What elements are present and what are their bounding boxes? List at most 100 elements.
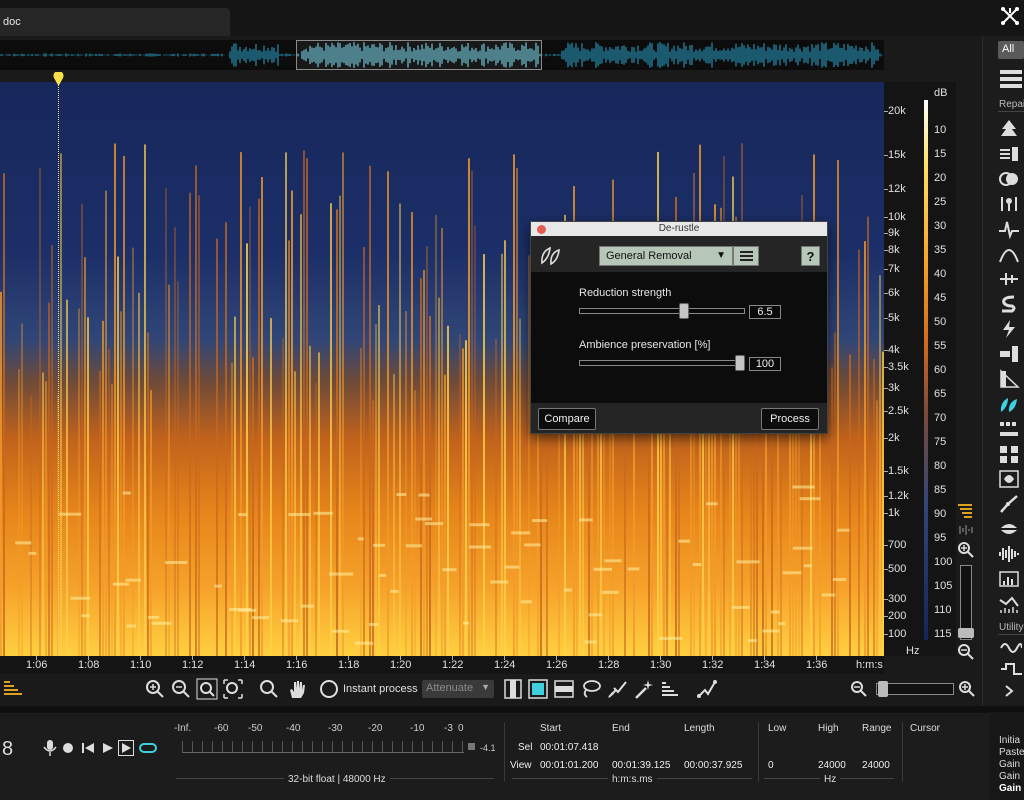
de-clip-icon[interactable] (998, 169, 1022, 191)
dialog-close-icon[interactable] (537, 225, 546, 234)
de-bleed-icon[interactable] (998, 319, 1022, 341)
spectrogram-mode-icon[interactable] (958, 504, 974, 518)
sel-start-value[interactable]: 00:01:07.418 (540, 742, 598, 753)
vertical-zoom-in-icon[interactable] (957, 541, 975, 559)
reduction-strength-slider[interactable] (579, 308, 745, 314)
zoom-to-selection-icon[interactable] (196, 678, 218, 700)
time-tick-label: 1:26 (546, 659, 568, 671)
history-item[interactable]: Gain (999, 759, 1020, 770)
magic-wand-tool-icon[interactable] (632, 678, 654, 700)
de-plosive-icon[interactable] (998, 244, 1022, 266)
frequency-selection-tool-icon[interactable] (553, 678, 575, 700)
spectral-repair-icon[interactable] (998, 419, 1022, 441)
module-filter-all-button[interactable]: All (998, 41, 1024, 59)
frequency-tick (884, 367, 888, 368)
de-reverb-icon[interactable] (998, 369, 1022, 391)
dialog-parameters: Reduction strength 6.5 Ambience preserva… (531, 272, 827, 403)
zoom-tool-icon[interactable] (258, 678, 280, 700)
de-hum-icon[interactable] (998, 144, 1022, 166)
time-tick-label: 1:06 (26, 659, 48, 671)
preset-menu-button[interactable] (733, 246, 759, 266)
db-tick-label: 50 (934, 316, 947, 328)
history-item[interactable]: Initia (999, 735, 1020, 746)
de-crackle-icon[interactable] (998, 194, 1022, 216)
de-hum-utility-icon[interactable] (1000, 640, 1022, 656)
horizontal-zoom-out-icon[interactable] (850, 680, 868, 698)
ambience-preservation-thumb[interactable] (735, 355, 745, 371)
eq-match-icon[interactable] (998, 569, 1022, 591)
spectral-de-noise-icon[interactable] (998, 119, 1022, 141)
view-start-value[interactable]: 00:01:01.200 (540, 760, 598, 771)
dialog-title[interactable]: De-rustle (531, 222, 827, 236)
spectral-edit-curve-icon[interactable] (696, 678, 718, 700)
mouth-de-click-icon[interactable] (998, 519, 1022, 541)
de-ess-icon[interactable] (998, 294, 1022, 316)
zoom-in-time-icon[interactable] (144, 678, 166, 700)
go-to-start-icon[interactable] (80, 740, 96, 756)
more-modules-chevron-icon[interactable] (1004, 684, 1014, 698)
record-mic-icon[interactable] (42, 740, 58, 756)
overview-visible-range[interactable] (296, 40, 542, 70)
view-range-value[interactable]: 24000 (862, 760, 890, 771)
time-selection-tool-icon[interactable] (502, 678, 524, 700)
waveform-mode-icon[interactable] (958, 524, 974, 536)
instant-process-mode-select[interactable]: Attenuate (422, 680, 494, 698)
lasso-tool-icon[interactable] (580, 678, 602, 700)
history-item[interactable]: Paste (999, 747, 1024, 758)
hand-tool-icon[interactable] (286, 678, 308, 700)
history-item[interactable]: Gain (999, 771, 1020, 782)
db-tick-label: 60 (934, 364, 947, 376)
help-button[interactable]: ? (801, 246, 820, 266)
module-list-view-icon[interactable] (1000, 70, 1022, 88)
reduction-strength-thumb[interactable] (678, 303, 689, 319)
time-tick (296, 656, 297, 660)
de-click-icon[interactable] (998, 219, 1022, 241)
breath-control-icon[interactable] (998, 494, 1022, 516)
playhead-marker-icon[interactable] (53, 72, 64, 86)
vertical-zoom-out-icon[interactable] (957, 643, 975, 661)
spectral-recovery-icon[interactable] (998, 594, 1022, 616)
voice-de-noise-icon[interactable] (998, 544, 1022, 566)
app-logo-icon[interactable] (1000, 6, 1020, 26)
ambience-preservation-value[interactable]: 100 (749, 357, 781, 371)
time-frequency-selection-tool-icon[interactable] (527, 678, 549, 700)
display-settings-icon[interactable] (4, 681, 22, 697)
view-low-value[interactable]: 0 (768, 760, 774, 771)
process-button[interactable]: Process (761, 408, 819, 430)
horizontal-zoom-thumb[interactable] (878, 681, 888, 697)
ambience-match-icon[interactable] (998, 444, 1022, 466)
play-icon[interactable] (100, 740, 116, 756)
signal-generator-icon[interactable] (1000, 662, 1022, 676)
dialogue-isolate-icon[interactable] (998, 344, 1022, 366)
db-tick-label: 15 (934, 148, 947, 160)
loop-icon[interactable] (138, 740, 158, 756)
file-tab[interactable]: doc (0, 8, 230, 36)
playhead-cursor[interactable] (58, 82, 59, 656)
time-display[interactable]: 8 (2, 738, 13, 761)
zoom-full-icon[interactable] (222, 678, 244, 700)
view-length-value[interactable]: 00:00:37.925 (684, 760, 742, 771)
frequency-tick (884, 250, 888, 251)
play-selection-icon[interactable] (118, 740, 134, 756)
preset-select[interactable]: General Removal (599, 246, 733, 266)
vertical-zoom-thumb[interactable] (958, 628, 974, 638)
reduction-strength-value[interactable]: 6.5 (749, 305, 781, 319)
db-tick-label: 20 (934, 172, 947, 184)
de-rustle-icon[interactable] (998, 394, 1022, 416)
interpolate-icon[interactable] (998, 469, 1022, 491)
brush-tool-icon[interactable] (606, 678, 628, 700)
compare-button[interactable]: Compare (538, 408, 596, 430)
meter-clip-indicator[interactable] (468, 743, 475, 750)
record-button-icon[interactable] (60, 740, 76, 756)
time-format-label[interactable]: h:m:s.ms (608, 774, 657, 785)
view-high-value[interactable]: 24000 (818, 760, 846, 771)
zoom-out-time-icon[interactable] (170, 678, 192, 700)
harmonic-selection-tool-icon[interactable] (660, 678, 682, 700)
history-item-current[interactable]: Gain (999, 783, 1021, 794)
ambience-preservation-slider[interactable] (579, 360, 745, 366)
view-end-value[interactable]: 00:01:39.125 (612, 760, 670, 771)
horizontal-zoom-in-icon[interactable] (958, 680, 976, 698)
de-wind-icon[interactable] (998, 269, 1022, 291)
time-tick-label: 1:16 (286, 659, 308, 671)
instant-process-toggle[interactable]: Instant process (320, 679, 418, 699)
